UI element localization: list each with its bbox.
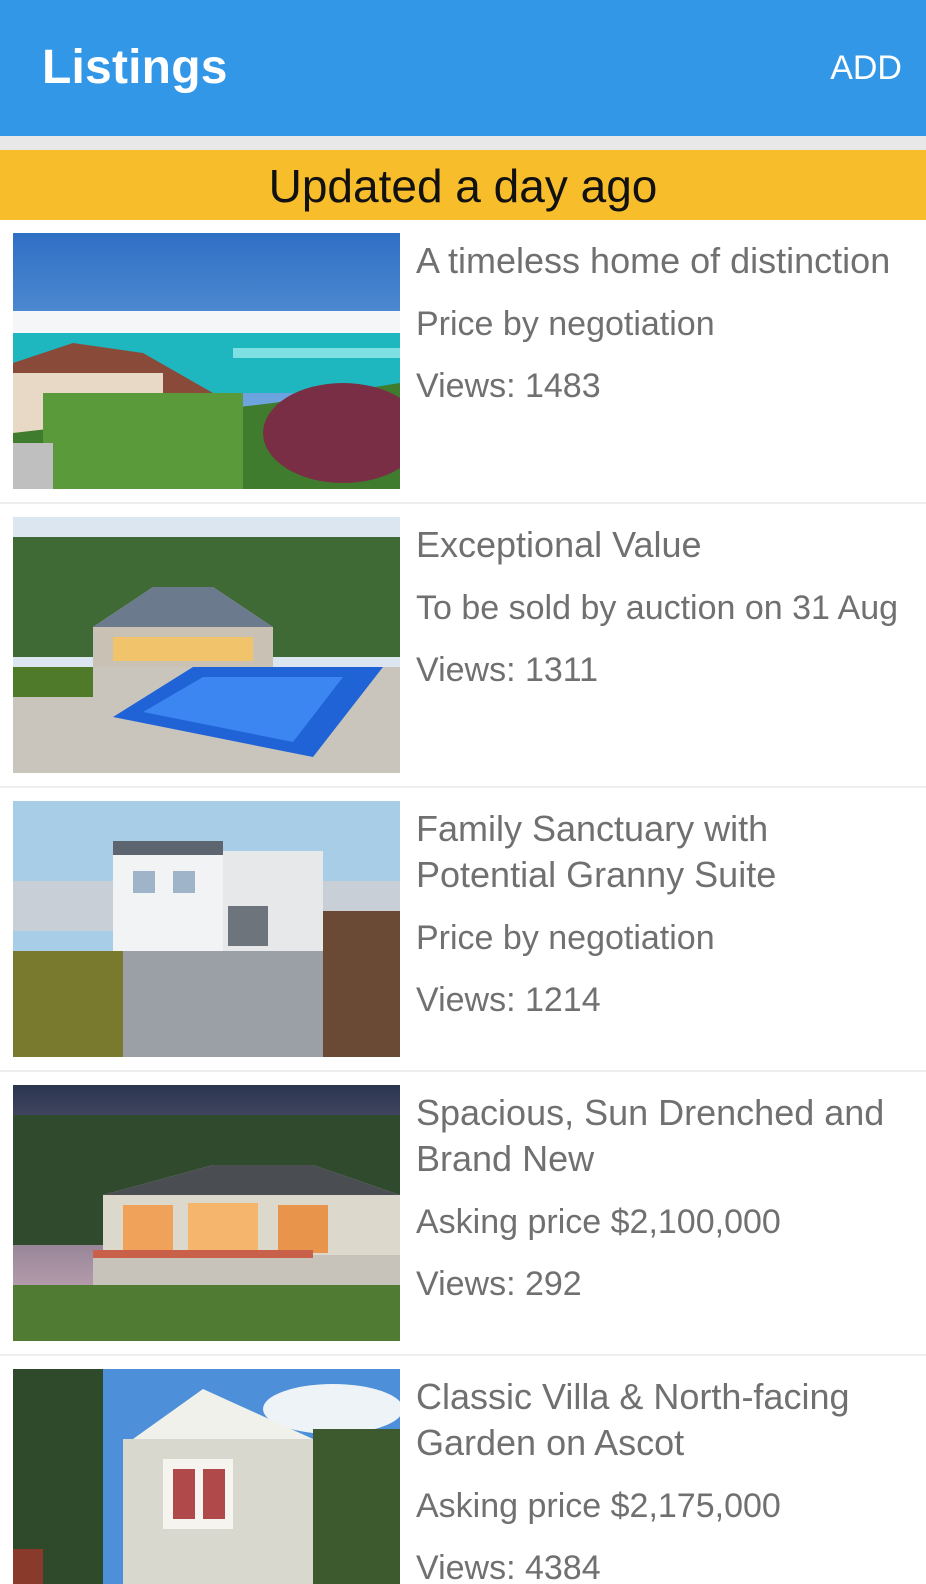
app-title: Listings	[42, 41, 228, 94]
listing-photo	[13, 1369, 400, 1584]
listing-photo	[13, 233, 400, 489]
update-banner: Updated a day ago	[0, 150, 926, 220]
listing-photo	[13, 801, 400, 1057]
listings-list: A timeless home of distinction Price by …	[0, 220, 926, 1584]
listing-item[interactable]: Exceptional Value To be sold by auction …	[0, 504, 926, 788]
listing-views: Views: 292	[416, 1265, 582, 1303]
listing-title: Family Sanctuary with Potential Granny S…	[416, 808, 777, 895]
listing-views: Views: 1214	[416, 981, 601, 1019]
listing-title: Classic Villa & North-facing Garden on A…	[416, 1376, 850, 1463]
listing-info: Classic Villa & North-facing Garden on A…	[416, 1374, 912, 1584]
listing-item[interactable]: Spacious, Sun Drenched and Brand New Ask…	[0, 1072, 926, 1356]
listing-info: A timeless home of distinction Price by …	[416, 238, 912, 408]
listing-price: Price by negotiation	[416, 305, 715, 343]
listing-price: Asking price $2,175,000	[416, 1487, 781, 1525]
listing-info: Spacious, Sun Drenched and Brand New Ask…	[416, 1090, 912, 1306]
listing-info: Exceptional Value To be sold by auction …	[416, 522, 912, 692]
listing-title: A timeless home of distinction	[416, 240, 891, 281]
app-bar: Listings ADD	[0, 0, 926, 136]
listing-title: Spacious, Sun Drenched and Brand New	[416, 1092, 885, 1179]
listing-price: Price by negotiation	[416, 919, 715, 957]
add-button[interactable]: ADD	[830, 44, 902, 92]
listing-title: Exceptional Value	[416, 524, 702, 565]
listing-photo	[13, 517, 400, 773]
divider	[0, 136, 926, 150]
listing-photo	[13, 1085, 400, 1341]
listing-item[interactable]: Classic Villa & North-facing Garden on A…	[0, 1356, 926, 1584]
listing-item[interactable]: A timeless home of distinction Price by …	[0, 220, 926, 504]
listing-price: Asking price $2,100,000	[416, 1203, 781, 1241]
listing-views: Views: 4384	[416, 1549, 601, 1584]
listing-info: Family Sanctuary with Potential Granny S…	[416, 806, 912, 1022]
listing-views: Views: 1311	[416, 651, 599, 689]
listing-views: Views: 1483	[416, 367, 601, 405]
listing-item[interactable]: Family Sanctuary with Potential Granny S…	[0, 788, 926, 1072]
listing-price: To be sold by auction on 31 Aug	[416, 589, 899, 627]
